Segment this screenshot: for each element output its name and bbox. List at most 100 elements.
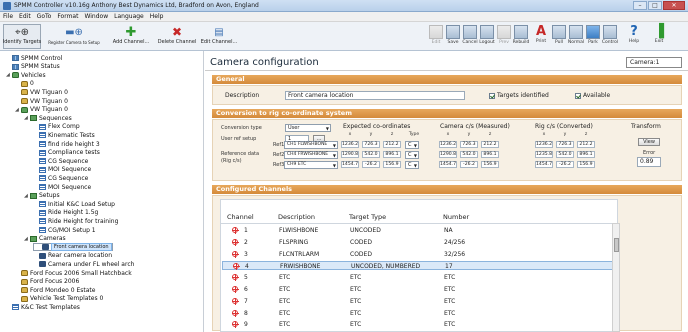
- column-channel[interactable]: Channel: [227, 213, 254, 221]
- expand-arrow-icon[interactable]: ◢: [24, 115, 29, 121]
- coordinate-cell[interactable]: 726.3: [362, 141, 380, 148]
- exit-toolbar-button[interactable]: ▐ Exit: [651, 24, 667, 49]
- tree-item[interactable]: SPMM Status: [6, 63, 60, 71]
- edit-toolbar-button[interactable]: Edit: [428, 24, 444, 49]
- tree-item[interactable]: VW Tiguan 0: [15, 97, 68, 105]
- column-description[interactable]: Description: [278, 213, 315, 221]
- tree-item[interactable]: Ford Focus 2006: [15, 278, 79, 286]
- tree-item[interactable]: Front camera location: [33, 243, 113, 252]
- identify-targets-button[interactable]: ⌖⊕ Identify Targets: [3, 24, 41, 49]
- available-checkbox[interactable]: Available: [575, 92, 610, 99]
- menu-format[interactable]: Format: [57, 12, 78, 21]
- reference-select[interactable]: CH1 FLWISHBONE ▼: [284, 141, 338, 149]
- tree-item[interactable]: MOI Sequence: [33, 183, 91, 191]
- reference-select[interactable]: CH9 ETC ▼: [284, 161, 338, 169]
- tree-item[interactable]: Ford Mondeo 0 Estate: [15, 286, 95, 294]
- expand-arrow-icon[interactable]: ◢: [6, 72, 11, 78]
- expand-arrow-icon[interactable]: ◢: [24, 193, 29, 199]
- column-target-type[interactable]: Target Type: [349, 213, 386, 221]
- tree-item[interactable]: Ride Height for training: [33, 217, 118, 225]
- menu-file[interactable]: File: [3, 12, 13, 21]
- targets-identified-checkbox[interactable]: Targets identified: [489, 92, 549, 99]
- tree-item[interactable]: ◢ Setups: [24, 192, 60, 200]
- coordinate-cell[interactable]: 1236.2: [341, 141, 359, 148]
- add-channel-button[interactable]: ✚ Add Channel...: [113, 24, 150, 49]
- description-input[interactable]: Front camera location: [285, 91, 465, 100]
- tree-item[interactable]: K&C Test Templates: [6, 303, 80, 311]
- reference-select[interactable]: CH4 FRWISHBONE ▼: [284, 151, 338, 159]
- tree-item[interactable]: Compliance tests: [33, 149, 100, 157]
- tree-item[interactable]: Camera under FL wheel arch: [33, 260, 134, 268]
- view-transform-button[interactable]: View: [638, 138, 660, 146]
- tree-item[interactable]: Vehicle Test Templates 0: [15, 295, 103, 303]
- column-number[interactable]: Number: [443, 213, 469, 221]
- logout-toolbar-button[interactable]: Logout: [479, 24, 495, 49]
- tree-item[interactable]: ◢ Vehicles: [6, 71, 46, 79]
- help-toolbar-button[interactable]: ? Help: [626, 24, 642, 49]
- tree-item[interactable]: VW Tiguan 0: [15, 88, 68, 96]
- tree-item[interactable]: Ride Height 1.5g: [33, 209, 98, 217]
- prev-toolbar-button[interactable]: Prev: [496, 24, 512, 49]
- tree-item[interactable]: CG Sequence: [33, 157, 88, 165]
- channels-scrollbar[interactable]: [612, 223, 620, 332]
- table-row[interactable]: 1 FLWISHBONE UNCODED NA: [222, 226, 618, 235]
- tree-item[interactable]: Initial K&C Load Setup: [33, 200, 115, 208]
- menu-help[interactable]: Help: [150, 12, 164, 21]
- table-row[interactable]: 4 FRWISHBONE UNCODED, NUMBERED 17: [222, 261, 618, 271]
- type-select[interactable]: C ▼: [405, 141, 419, 149]
- tree-item[interactable]: 0: [15, 80, 34, 88]
- conversion-type-select[interactable]: User ▼: [285, 124, 331, 132]
- tree-item[interactable]: CG/MOI Setup 1: [33, 226, 96, 234]
- tree-item[interactable]: find ride height 3: [33, 140, 100, 148]
- menu-goto[interactable]: GoTo: [37, 12, 52, 21]
- coordinate-cell[interactable]: 542.0: [362, 151, 380, 158]
- park-toolbar-button[interactable]: Park: [585, 24, 601, 49]
- delete-channel-button[interactable]: ✖ Delete Channel: [158, 24, 197, 49]
- table-row[interactable]: 5 ETC ETC ETC: [222, 273, 618, 282]
- tree-item[interactable]: MOI Sequence: [33, 166, 91, 174]
- edit-channel-button[interactable]: ▤ Edit Channel...: [201, 24, 238, 49]
- scrollbar-thumb[interactable]: [614, 238, 619, 252]
- tree-item[interactable]: ◢ VW Tiguan 0: [15, 106, 68, 114]
- pull-toolbar-button[interactable]: Pull: [551, 24, 567, 49]
- tree-item[interactable]: Rear camera location: [33, 252, 112, 260]
- table-row[interactable]: 2 FLSPRING CODED 24/256: [222, 238, 618, 247]
- normal-toolbar-button[interactable]: Normal: [568, 24, 584, 49]
- expand-arrow-icon[interactable]: ◢: [15, 107, 20, 113]
- tree-item[interactable]: ◢ Sequences: [24, 114, 72, 122]
- table-row[interactable]: 8 ETC ETC ETC: [222, 309, 618, 318]
- save-toolbar-button[interactable]: Save: [445, 24, 461, 49]
- maximize-button[interactable]: □: [648, 1, 662, 10]
- menu-language[interactable]: Language: [114, 12, 144, 21]
- expand-arrow-icon[interactable]: ◢: [24, 236, 29, 242]
- tree-item[interactable]: ◢ Cameras: [24, 235, 66, 243]
- coordinate-cell[interactable]: 1290.8: [341, 151, 359, 158]
- coordinate-cell[interactable]: 1454.7: [341, 161, 359, 168]
- coordinate-cell[interactable]: 212.2: [383, 141, 401, 148]
- coordinate-cell[interactable]: 156.9: [383, 161, 401, 168]
- tree-item[interactable]: Ford Focus 2006 Small Hatchback: [15, 269, 132, 277]
- minimize-button[interactable]: –: [633, 1, 647, 10]
- cancel-toolbar-button[interactable]: Cancel: [462, 24, 478, 49]
- coordinate-cell[interactable]: -26.2: [362, 161, 380, 168]
- table-row[interactable]: 9 ETC ETC ETC: [222, 320, 618, 329]
- print-toolbar-button[interactable]: A Print: [533, 24, 549, 49]
- tree-item[interactable]: CG Sequence: [33, 174, 88, 182]
- rebuild-toolbar-button[interactable]: Rebuild: [513, 24, 529, 49]
- menu-edit[interactable]: Edit: [19, 12, 31, 21]
- table-row[interactable]: 3 FLCNTRLARM CODED 32/256: [222, 250, 618, 259]
- tree-item[interactable]: Flex Comp: [33, 123, 80, 131]
- control-toolbar-button[interactable]: Control: [602, 24, 618, 49]
- camera-id-field[interactable]: Camera:1: [626, 57, 682, 68]
- type-select[interactable]: C ▼: [405, 151, 419, 159]
- tree-item[interactable]: SPMM Control: [6, 54, 62, 62]
- menu-window[interactable]: Window: [84, 12, 108, 21]
- close-button[interactable]: ✕: [663, 1, 685, 10]
- table-row[interactable]: 6 ETC ETC ETC: [222, 285, 618, 294]
- register-camera-button[interactable]: ▬⊕ Register Camera to Setup: [48, 24, 100, 49]
- table-row[interactable]: 7 ETC ETC ETC: [222, 297, 618, 306]
- tree-item[interactable]: Kinematic Tests: [33, 131, 95, 139]
- type-select[interactable]: C ▼: [405, 161, 419, 169]
- ref-label: Ref3: [273, 162, 285, 168]
- coordinate-cell[interactable]: 896.1: [383, 151, 401, 158]
